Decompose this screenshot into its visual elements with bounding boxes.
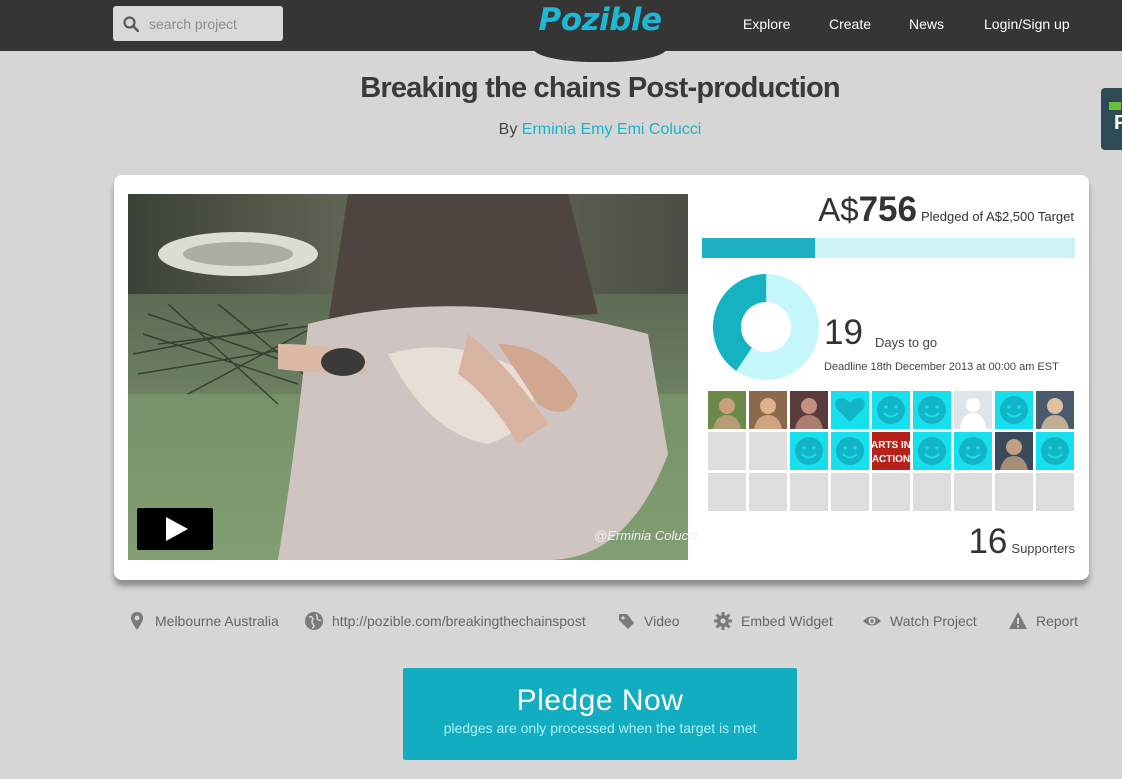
pledged-value: 756 (858, 190, 917, 229)
supporters-number: 16 (968, 522, 1008, 561)
warning-icon (1009, 612, 1027, 629)
supporter-silhouette-avatar[interactable] (954, 391, 992, 429)
days-remaining-donut (713, 274, 819, 380)
video-text: Video (644, 613, 680, 629)
funding-progress-bar (702, 238, 1075, 258)
supporter-smiley-icon[interactable] (913, 391, 951, 429)
supporter-smiley-icon[interactable] (790, 432, 828, 470)
pledge-now-button[interactable]: Pledge Now pledges are only processed wh… (403, 668, 797, 760)
search-input[interactable] (149, 15, 279, 32)
days-to-go-count: 19 (824, 313, 863, 352)
supporter-smiley-icon[interactable] (831, 432, 869, 470)
video-tag-icon (619, 614, 634, 629)
pledge-note: pledges are only processed when the targ… (443, 720, 757, 736)
supporter-empty-slot (995, 473, 1033, 511)
supporter-photo-avatar[interactable] (708, 391, 746, 429)
location-text: Melbourne Australia (155, 613, 279, 629)
nav-news[interactable]: News (909, 16, 944, 32)
video-thumbnail-image (128, 194, 688, 560)
pozible-logo[interactable]: Pozible (533, 2, 667, 38)
video-link[interactable]: Video (616, 611, 680, 631)
project-video[interactable] (128, 194, 688, 560)
supporter-empty-slot (831, 473, 869, 511)
funding-progress-fill (702, 238, 815, 258)
days-to-go-label: Days to go (875, 335, 938, 350)
project-title: Breaking the chains Post-production (360, 72, 840, 104)
embed-widget-link[interactable]: Embed Widget (713, 611, 833, 631)
project-url-link[interactable]: http://pozible.com/breakingthechainspost (304, 611, 586, 631)
video-watermark: @Erminia Colucci (594, 528, 698, 543)
nav-create[interactable]: Create (829, 16, 871, 32)
video-play-button[interactable] (137, 508, 213, 550)
svg-text:ACTION: ACTION (872, 454, 910, 465)
watch-project-link[interactable]: Watch Project (862, 611, 977, 631)
location-link[interactable]: Melbourne Australia (127, 611, 279, 631)
eye-icon (863, 616, 881, 626)
search-icon (123, 15, 139, 32)
supporter-smiley-icon[interactable] (995, 391, 1033, 429)
supporter-photo-avatar[interactable] (790, 391, 828, 429)
supporters-count: 16 Supporters (800, 522, 1075, 562)
supporter-smiley-icon[interactable] (1036, 432, 1074, 470)
supporter-heart-icon[interactable] (831, 391, 869, 429)
deadline-text: Deadline 18th December 2013 at 00:00 am … (824, 361, 1059, 373)
supporter-empty-slot (790, 473, 828, 511)
embed-widget-text: Embed Widget (741, 613, 833, 629)
globe-icon (305, 612, 323, 630)
nav-login-signup[interactable]: Login/Sign up (984, 16, 1070, 32)
supporter-empty-slot (708, 432, 746, 470)
supporter-smiley-icon[interactable] (872, 391, 910, 429)
nav-explore[interactable]: Explore (743, 16, 790, 32)
report-link[interactable]: Report (1008, 611, 1078, 631)
target-label: Pledged of A$2,500 Target (921, 209, 1074, 224)
project-url-text: http://pozible.com/breakingthechainspost (332, 613, 586, 629)
currency-symbol: A$ (818, 191, 859, 228)
supporter-photo-avatar[interactable] (1036, 391, 1074, 429)
map-pin-icon (131, 612, 143, 630)
supporter-empty-slot (749, 473, 787, 511)
watch-project-text: Watch Project (890, 613, 977, 629)
supporter-empty-slot (954, 473, 992, 511)
supporters-label: Supporters (1011, 541, 1075, 556)
pledged-amount: A$756 Pledged of A$2,500 Target (702, 190, 1074, 230)
pledge-now-label: Pledge Now (516, 684, 684, 717)
supporter-photo-avatar[interactable] (749, 391, 787, 429)
supporter-empty-slot (872, 473, 910, 511)
supporter-arts-in-action-logo[interactable]: ARTS IN ACTION (872, 432, 910, 470)
supporter-photo-avatar[interactable] (995, 432, 1033, 470)
byline: By Erminia Emy Emi Colucci (0, 121, 1122, 139)
svg-text:ARTS IN: ARTS IN (872, 440, 910, 451)
supporter-empty-slot (749, 432, 787, 470)
by-label: By (498, 121, 518, 138)
report-text: Report (1036, 613, 1079, 629)
supporters-grid: ARTS IN ACTION (708, 391, 1074, 511)
supporter-empty-slot (708, 473, 746, 511)
search-box[interactable] (113, 6, 283, 41)
supporter-smiley-icon[interactable] (954, 432, 992, 470)
author-link[interactable]: Erminia Emy Emi Colucci (522, 121, 702, 138)
gear-icon (714, 612, 732, 630)
supporter-empty-slot (1036, 473, 1074, 511)
supporter-empty-slot (913, 473, 951, 511)
supporter-smiley-icon[interactable] (913, 432, 951, 470)
